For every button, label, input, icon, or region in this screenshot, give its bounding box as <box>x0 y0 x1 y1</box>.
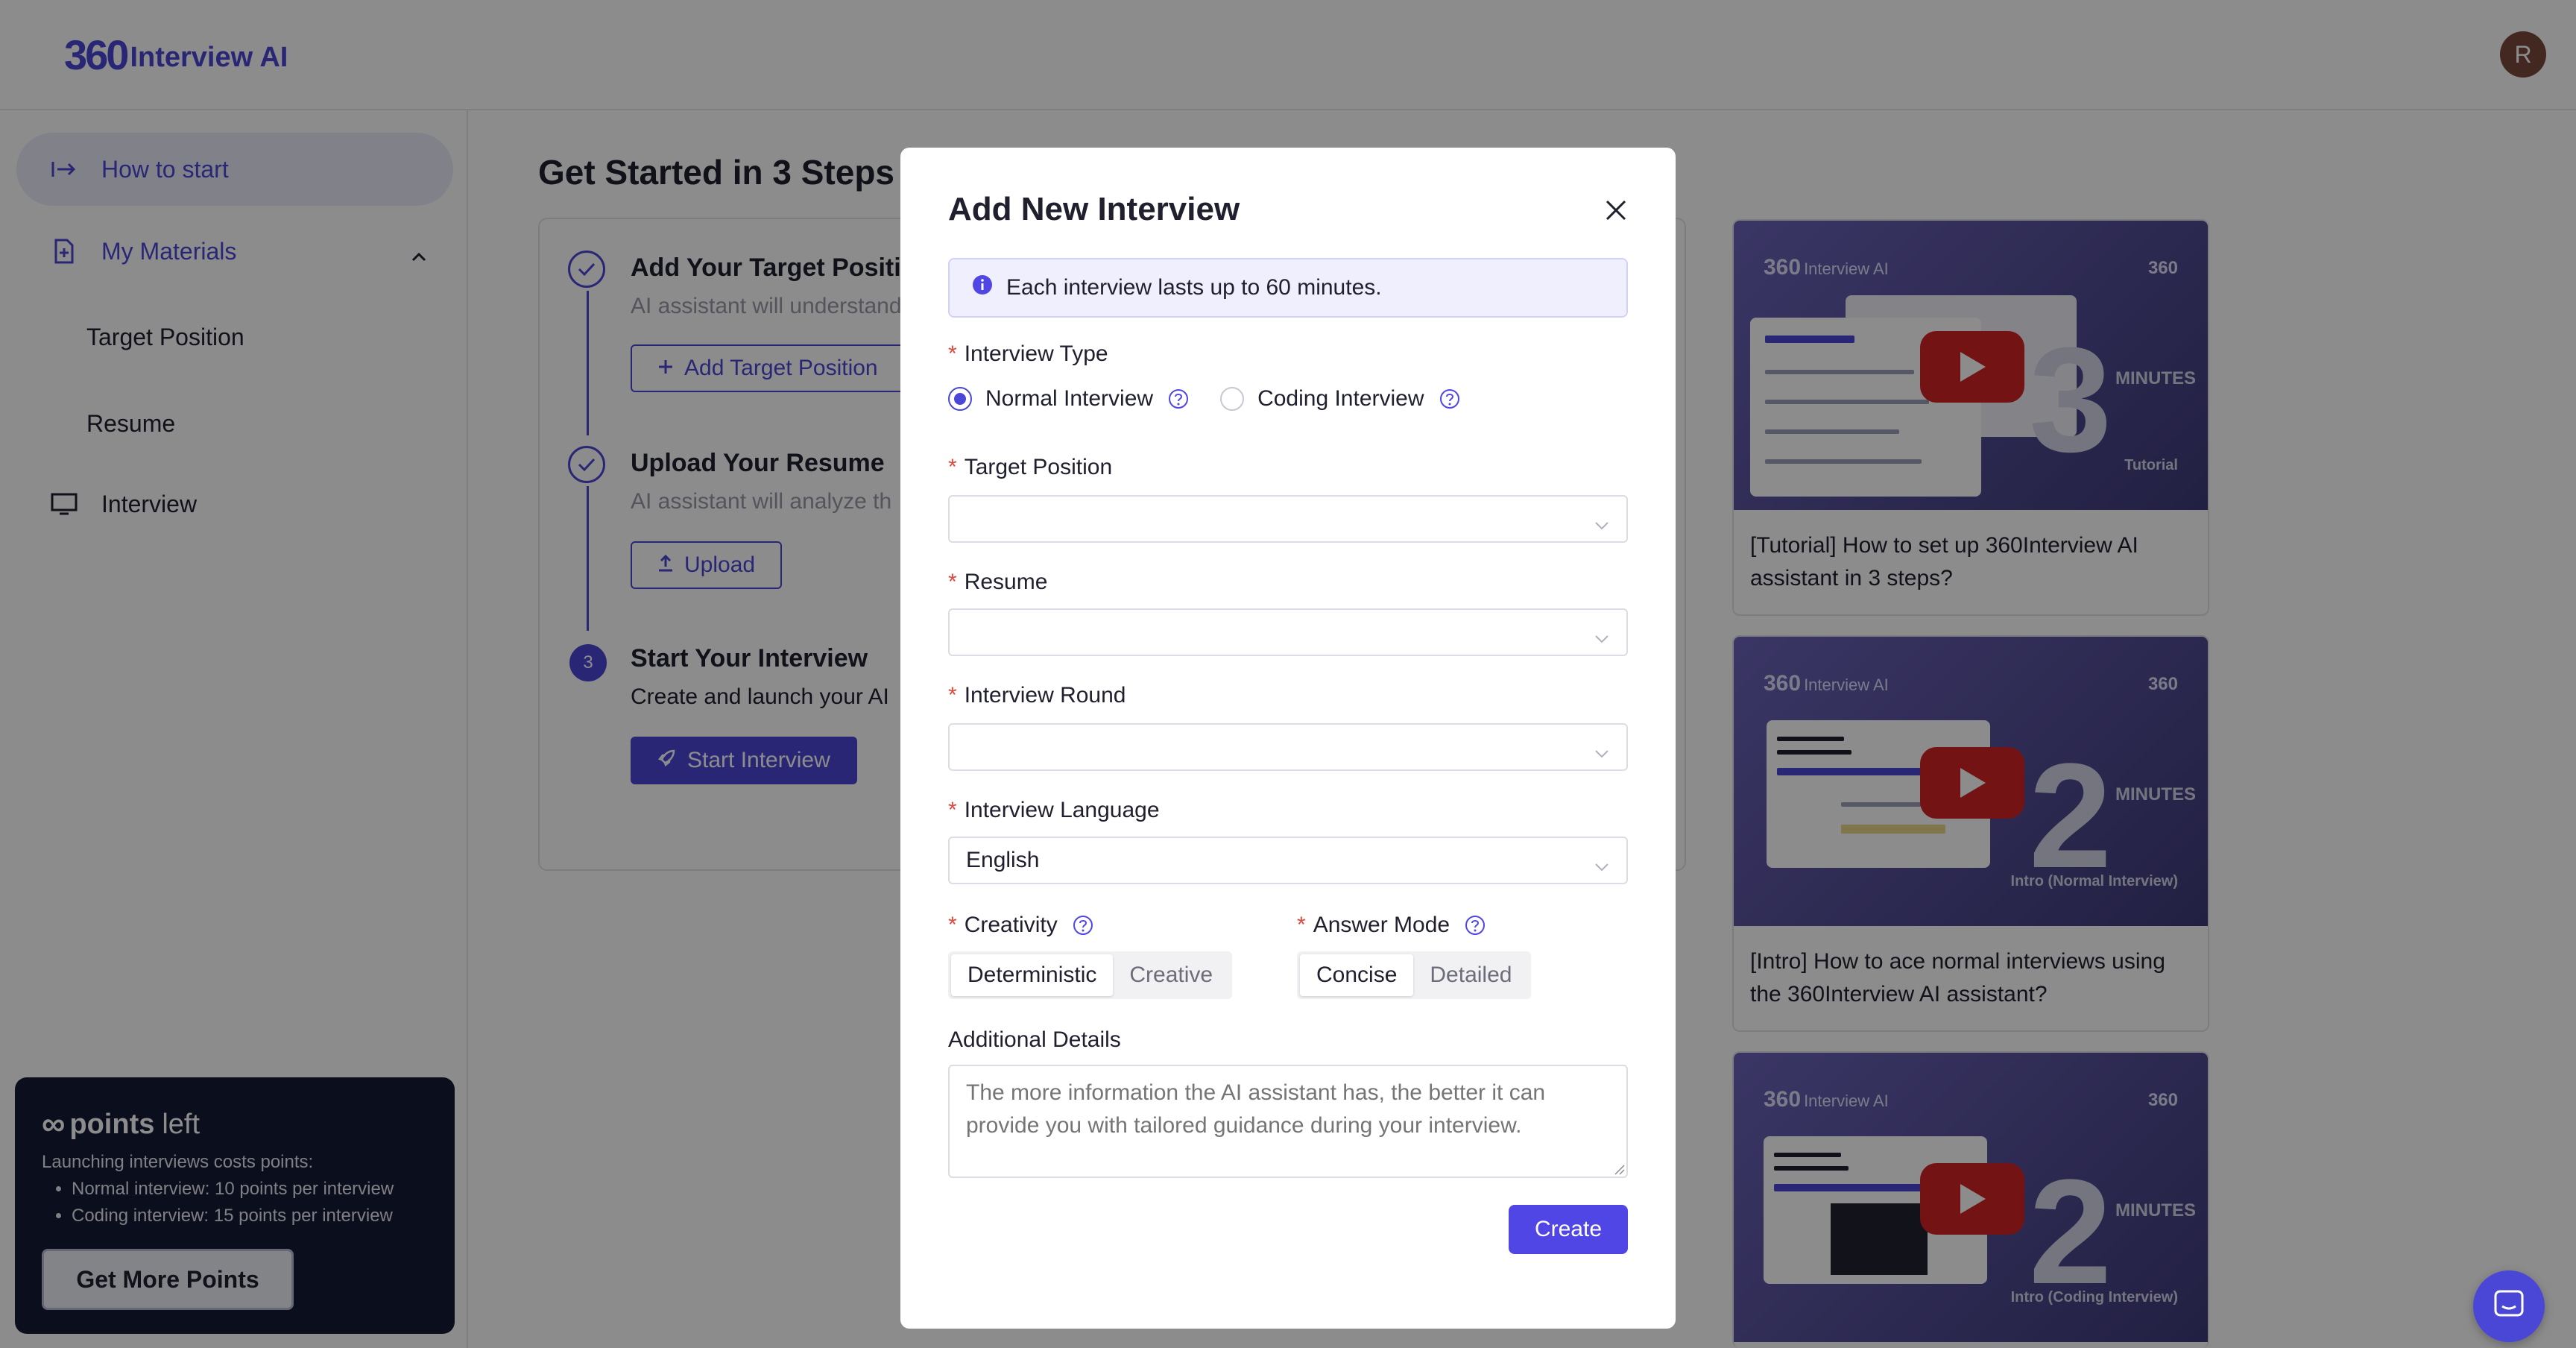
question-circle-icon[interactable] <box>1168 388 1189 409</box>
seg-creative[interactable]: Creative <box>1113 954 1229 996</box>
info-icon <box>972 274 993 301</box>
additional-details-textarea[interactable] <box>948 1065 1628 1178</box>
target-position-select[interactable] <box>948 495 1628 543</box>
info-banner: Each interview lasts up to 60 minutes. <box>948 258 1628 318</box>
info-text: Each interview lasts up to 60 minutes. <box>1006 275 1382 300</box>
seg-concise[interactable]: Concise <box>1300 954 1414 996</box>
resume-select[interactable] <box>948 608 1628 656</box>
target-position-label: * Target Position <box>948 455 1113 479</box>
question-circle-icon[interactable] <box>1439 388 1460 409</box>
interview-language-label: * Interview Language <box>948 798 1160 822</box>
chevron-down-icon <box>1594 740 1610 765</box>
question-circle-icon[interactable] <box>1465 915 1486 936</box>
interview-round-select[interactable] <box>948 723 1628 771</box>
resume-label: * Resume <box>948 570 1048 594</box>
chevron-down-icon <box>1594 625 1610 650</box>
radio-coding-interview[interactable]: Coding Interview <box>1220 386 1459 412</box>
chat-icon <box>2493 1288 2525 1325</box>
add-interview-modal: Add New Interview Each interview lasts u… <box>900 148 1676 1329</box>
radio-checked[interactable] <box>948 387 972 411</box>
answer-mode-segmented: Concise Detailed <box>1297 951 1532 999</box>
interview-round-label: * Interview Round <box>948 683 1126 708</box>
radio-unchecked[interactable] <box>1220 387 1245 411</box>
interview-type-radio-group: Normal Interview Coding Interview <box>948 386 1491 412</box>
seg-detailed[interactable]: Detailed <box>1413 954 1528 996</box>
creativity-segmented: Deterministic Creative <box>948 951 1233 999</box>
chevron-down-icon <box>1594 853 1610 878</box>
answer-mode-label: * Answer Mode <box>1297 913 1486 938</box>
modal-title: Add New Interview <box>948 191 1240 227</box>
question-circle-icon[interactable] <box>1073 915 1093 936</box>
create-button[interactable]: Create <box>1509 1205 1628 1254</box>
chevron-down-icon <box>1594 511 1610 537</box>
close-icon[interactable] <box>1598 192 1634 228</box>
interview-type-label: * Interview Type <box>948 341 1108 366</box>
resize-grip-icon[interactable] <box>1613 1163 1625 1179</box>
chat-button[interactable] <box>2473 1270 2545 1342</box>
additional-details-label: Additional Details <box>948 1027 1121 1052</box>
seg-deterministic[interactable]: Deterministic <box>951 954 1114 996</box>
creativity-label: * Creativity <box>948 913 1093 938</box>
interview-language-select[interactable]: English <box>948 837 1628 884</box>
radio-normal-interview[interactable]: Normal Interview <box>948 386 1189 412</box>
